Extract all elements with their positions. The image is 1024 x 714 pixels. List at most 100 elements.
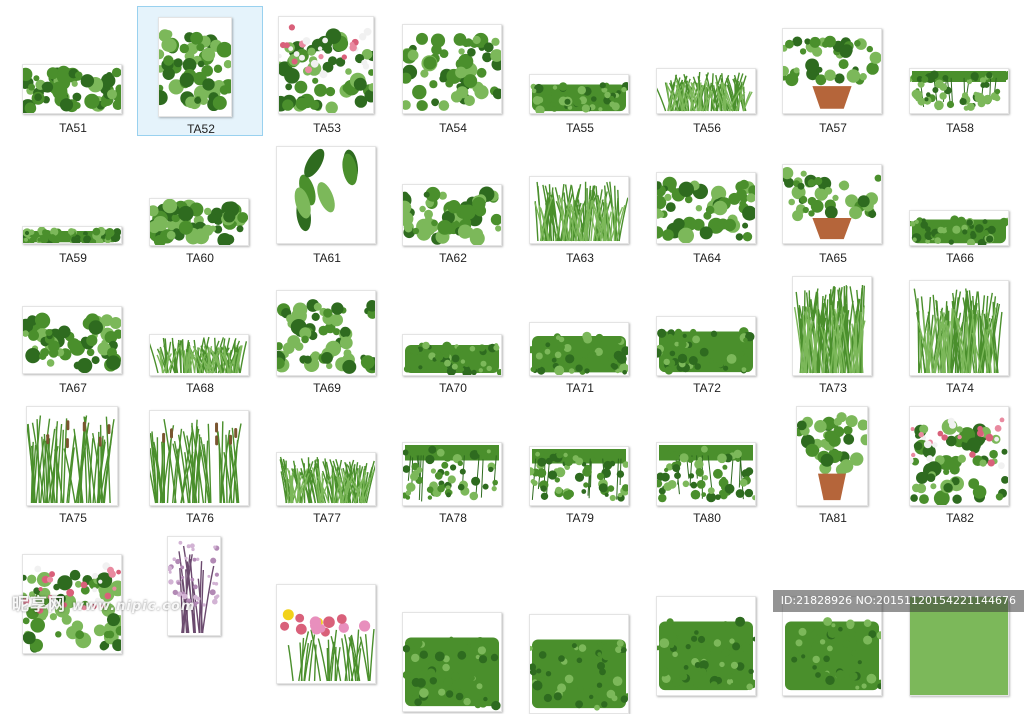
file-name-label: TA65 [770, 251, 896, 265]
file-thumbnail[interactable] [402, 612, 502, 712]
file-item-ta79[interactable]: TA79 [517, 396, 643, 526]
file-thumbnail[interactable] [149, 198, 249, 246]
file-thumbnail[interactable] [276, 290, 376, 376]
file-name-label: TA57 [770, 121, 896, 135]
file-thumbnail[interactable] [529, 322, 629, 376]
file-item-ta74[interactable]: TA74 [897, 266, 1023, 396]
file-item-ta55[interactable]: TA55 [517, 6, 643, 136]
file-item-ta56[interactable]: TA56 [644, 6, 770, 136]
plant-thumbnail-image [279, 17, 373, 113]
file-thumbnail[interactable] [782, 164, 882, 244]
file-item-ta60[interactable]: TA60 [137, 136, 263, 266]
file-item-ta70[interactable]: TA70 [390, 266, 516, 396]
file-name-label: TA79 [517, 511, 643, 525]
plant-thumbnail-image [277, 291, 375, 375]
file-thumbnail[interactable] [402, 24, 502, 114]
file-thumbnail[interactable] [276, 452, 376, 506]
file-name-label: TA61 [264, 251, 390, 265]
file-thumbnail[interactable] [529, 176, 629, 244]
file-thumbnail[interactable] [909, 406, 1009, 506]
file-item-ta58[interactable]: TA58 [897, 6, 1023, 136]
plant-thumbnail-image [277, 147, 375, 243]
file-item-ta73[interactable]: TA73 [770, 266, 896, 396]
file-name-label: TA77 [264, 511, 390, 525]
file-item-ta72[interactable]: TA72 [644, 266, 770, 396]
file-item-ta85[interactable] [264, 526, 390, 656]
file-item-ta59[interactable]: TA59 [10, 136, 136, 266]
file-thumbnail[interactable] [149, 410, 249, 506]
plant-thumbnail-image [530, 447, 628, 505]
file-item-ta69[interactable]: TA69 [264, 266, 390, 396]
file-item-ta61[interactable]: TA61 [264, 136, 390, 266]
file-thumbnail[interactable] [26, 406, 118, 506]
plant-thumbnail-image [657, 597, 755, 695]
file-thumbnail[interactable] [796, 406, 868, 506]
file-item-ta88[interactable] [644, 526, 770, 656]
plant-thumbnail-image [159, 18, 231, 116]
file-name-label: TA74 [897, 381, 1023, 395]
file-thumbnail[interactable] [402, 184, 502, 246]
file-name-label: TA78 [390, 511, 516, 525]
file-thumbnail[interactable] [529, 74, 629, 114]
file-name-label: TA72 [644, 381, 770, 395]
file-item-ta78[interactable]: TA78 [390, 396, 516, 526]
plant-thumbnail-image [277, 453, 375, 505]
file-name-label: TA59 [10, 251, 136, 265]
file-thumbnail[interactable] [529, 614, 629, 714]
plant-thumbnail-image [530, 615, 628, 713]
file-thumbnail[interactable] [656, 68, 756, 114]
file-thumbnail[interactable] [167, 536, 221, 636]
file-name-label: TA53 [264, 121, 390, 135]
file-item-ta65[interactable]: TA65 [770, 136, 896, 266]
watermark-brand: 昵享网www.nipic.com [12, 590, 195, 615]
file-thumbnail[interactable] [792, 276, 872, 376]
file-thumbnail[interactable] [22, 306, 122, 374]
file-thumbnail[interactable] [656, 172, 756, 244]
file-item-ta77[interactable]: TA77 [264, 396, 390, 526]
plant-thumbnail-image [23, 65, 121, 113]
file-thumbnail[interactable] [276, 584, 376, 684]
file-name-label: TA51 [10, 121, 136, 135]
file-thumbnail[interactable] [656, 596, 756, 696]
file-thumbnail[interactable] [278, 16, 374, 114]
file-thumbnail[interactable] [909, 68, 1009, 114]
file-item-ta64[interactable]: TA64 [644, 136, 770, 266]
file-item-ta86[interactable] [390, 526, 516, 656]
file-item-ta54[interactable]: TA54 [390, 6, 516, 136]
file-thumbnail[interactable] [909, 210, 1009, 246]
file-name-label: TA71 [517, 381, 643, 395]
file-item-ta57[interactable]: TA57 [770, 6, 896, 136]
file-thumbnail[interactable] [909, 280, 1009, 376]
file-thumbnail[interactable] [149, 334, 249, 376]
file-name-label: TA55 [517, 121, 643, 135]
file-thumbnail[interactable] [656, 442, 756, 506]
file-item-ta67[interactable]: TA67 [10, 266, 136, 396]
file-item-ta80[interactable]: TA80 [644, 396, 770, 526]
file-thumbnail[interactable] [22, 64, 122, 114]
file-name-label: TA68 [137, 381, 263, 395]
file-item-ta62[interactable]: TA62 [390, 136, 516, 266]
file-item-ta71[interactable]: TA71 [517, 266, 643, 396]
file-thumbnail[interactable] [276, 146, 376, 244]
file-item-ta87[interactable] [517, 526, 643, 656]
file-item-ta75[interactable]: TA75 [10, 396, 136, 526]
file-item-ta68[interactable]: TA68 [137, 266, 263, 396]
file-thumbnail[interactable] [656, 316, 756, 376]
file-thumbnail[interactable] [402, 442, 502, 506]
file-item-ta63[interactable]: TA63 [517, 136, 643, 266]
watermark-url: www.nipic.com [72, 599, 195, 614]
file-name-label: TA52 [138, 122, 264, 136]
file-item-ta82[interactable]: TA82 [897, 396, 1023, 526]
file-item-ta53[interactable]: TA53 [264, 6, 390, 136]
file-thumbnail[interactable] [402, 334, 502, 376]
file-item-ta76[interactable]: TA76 [137, 396, 263, 526]
file-thumbnail[interactable] [782, 28, 882, 114]
file-item-ta66[interactable]: TA66 [897, 136, 1023, 266]
file-thumbnail[interactable] [22, 226, 122, 244]
file-item-ta81[interactable]: TA81 [770, 396, 896, 526]
file-thumbnail[interactable] [529, 446, 629, 506]
file-item-ta52[interactable]: TA52 [137, 6, 263, 136]
plant-thumbnail-image [403, 443, 501, 505]
file-thumbnail[interactable] [158, 17, 232, 117]
file-item-ta51[interactable]: TA51 [10, 6, 136, 136]
